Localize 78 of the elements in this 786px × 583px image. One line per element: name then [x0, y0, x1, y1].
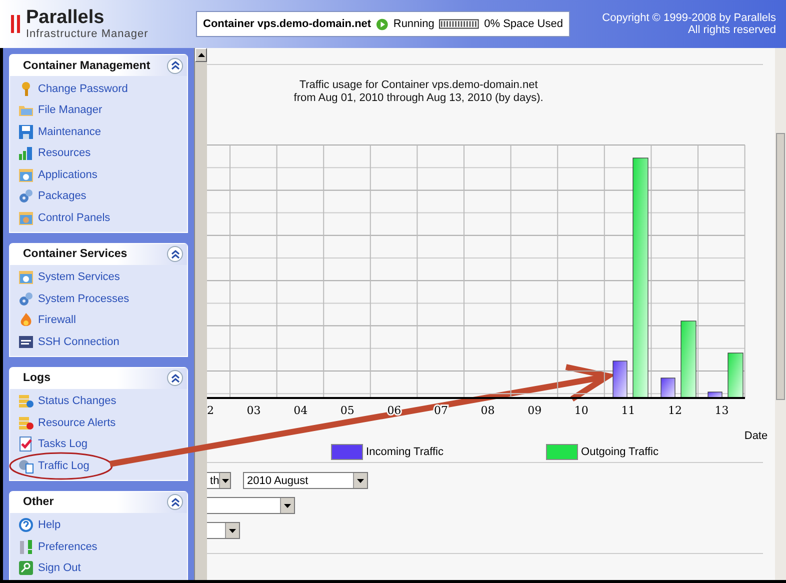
- axis-label: 09: [528, 404, 542, 417]
- dropdown-field[interactable]: th: [207, 472, 232, 489]
- axis-label: 08: [480, 404, 495, 417]
- copyright-text: All rights reserved: [688, 24, 776, 36]
- axis-label: 2: [207, 404, 214, 417]
- axis-label: 12: [668, 404, 682, 417]
- nav-link[interactable]: SSH Connection: [38, 336, 120, 348]
- panel-icon: [18, 210, 34, 226]
- axis-label: 03: [246, 404, 261, 417]
- bar-chart-icon: [18, 145, 34, 162]
- legend-label: Incoming Traffic: [366, 446, 444, 458]
- logo-subtitle: Infrastructure Manager: [26, 28, 148, 40]
- database-icon: [18, 393, 34, 410]
- play-icon: [376, 18, 388, 30]
- axis-title: Date: [744, 430, 768, 441]
- status-text: Running: [393, 18, 434, 30]
- dropdown-arrow-icon: [229, 528, 236, 532]
- collapse-button[interactable]: [167, 246, 184, 262]
- nav-link[interactable]: Help: [38, 519, 61, 532]
- nav-link[interactable]: Traffic Log: [38, 460, 90, 472]
- nav-link[interactable]: Firewall: [38, 314, 76, 326]
- nav-link[interactable]: Packages: [38, 190, 86, 202]
- dropdown-arrow-icon: [284, 504, 292, 508]
- double-chevron-icon: [170, 372, 181, 384]
- panel-title: Logs: [23, 372, 50, 384]
- double-chevron-icon: [170, 248, 181, 260]
- collapse-button[interactable]: [167, 494, 184, 510]
- scrollbar[interactable]: [775, 48, 786, 580]
- incoming-bar: [612, 360, 628, 398]
- scroll-up-icon[interactable]: [198, 53, 205, 57]
- flame-icon: [18, 312, 34, 328]
- nav-link[interactable]: System Services: [38, 271, 120, 284]
- legend-label: Outgoing Traffic: [581, 446, 658, 458]
- alert-icon: [18, 414, 34, 431]
- axis-label: 05: [340, 404, 354, 417]
- axis-label: 04: [294, 404, 308, 417]
- space-used-text: 0% Space Used: [484, 18, 563, 30]
- nav-link[interactable]: Resources: [38, 147, 91, 160]
- panel-title: Container Services: [23, 248, 128, 260]
- chart-title: Traffic usage for Container vps.demo-domain.net from Aug 01, 2010 through Aug 13, 2010 (by days).: [292, 79, 544, 105]
- panel-title: Other: [23, 496, 54, 508]
- copyright-text: Copyright © 1999-2008 by Parallels: [602, 12, 776, 24]
- panel-title: Container Management: [23, 60, 150, 72]
- usage-meter-icon: [439, 19, 480, 29]
- nav-link[interactable]: Change Password: [38, 82, 128, 95]
- nav-link[interactable]: Sign Out: [38, 562, 81, 574]
- dropdown-arrow-icon: [222, 478, 229, 482]
- nav-link[interactable]: System Processes: [38, 292, 130, 305]
- dropdown-field[interactable]: 2010 August: [243, 472, 368, 489]
- axis-label: 13: [714, 404, 729, 417]
- logo-name: Parallels: [26, 8, 106, 28]
- window-icon: [18, 269, 34, 286]
- outgoing-bar: [728, 352, 744, 398]
- double-chevron-icon: [170, 496, 181, 508]
- terminal-icon: [18, 334, 34, 350]
- axis-label: 11: [621, 404, 636, 417]
- incoming-bar: [660, 378, 676, 398]
- clipboard-icon: [18, 436, 34, 452]
- nav-link[interactable]: Applications: [38, 168, 98, 181]
- nav-link[interactable]: Preferences: [38, 540, 98, 553]
- dropdown-field[interactable]: [207, 522, 240, 539]
- nav-link[interactable]: Tasks Log: [38, 438, 88, 450]
- help-icon: [18, 517, 34, 534]
- nav-link[interactable]: File Manager: [38, 104, 102, 116]
- dropdown-arrow-icon: [357, 478, 364, 482]
- container-name: Container vps.demo-domain.net: [203, 18, 372, 30]
- nav-link[interactable]: Status Changes: [38, 395, 116, 408]
- nav-link[interactable]: Maintenance: [38, 126, 101, 138]
- nav-link[interactable]: Resource Alerts: [38, 416, 116, 429]
- collapse-button[interactable]: [167, 370, 184, 386]
- logo-bars-icon: [10, 13, 22, 35]
- window-icon: [18, 166, 34, 183]
- double-chevron-icon: [170, 60, 181, 71]
- collapse-button[interactable]: [167, 58, 184, 74]
- axis-label: 10: [574, 404, 588, 417]
- nav-link[interactable]: Control Panels: [38, 212, 110, 224]
- scrollbar[interactable]: [194, 48, 208, 580]
- dropdown-field[interactable]: [207, 497, 296, 514]
